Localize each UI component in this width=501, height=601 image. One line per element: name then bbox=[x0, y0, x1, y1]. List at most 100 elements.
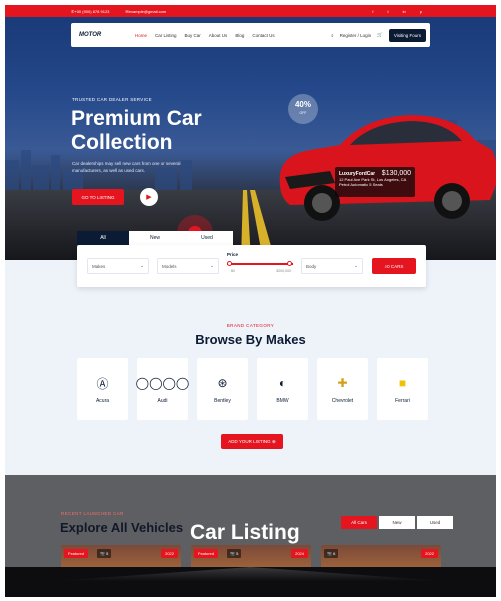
add-listing-label: ADD YOUR LISTING bbox=[228, 439, 271, 444]
email-info[interactable]: ✉ example@gmail.com bbox=[125, 9, 174, 14]
make-card-chevrolet[interactable]: ✚ Chevrolet bbox=[317, 358, 368, 420]
discount-value: 40% bbox=[294, 100, 311, 109]
hero-title: Premium Car Collection bbox=[71, 107, 202, 154]
photo-count-value: 6 bbox=[333, 551, 336, 556]
nav-item-about[interactable]: About Us bbox=[209, 33, 228, 38]
chevron-down-icon: ⌄ bbox=[140, 263, 144, 268]
models-placeholder: Models bbox=[162, 263, 177, 269]
makes-grid: Ⓐ Acura ◯◯◯◯ Audi ⊛ Bentley ◐ BMW ✚ Chevrolet… bbox=[77, 358, 428, 420]
body-select[interactable]: Body ⌄ bbox=[301, 258, 363, 274]
year-badge: 2022 bbox=[161, 549, 178, 558]
phone-text: +00 (900) 678 9123 bbox=[74, 8, 110, 14]
tab-used[interactable]: Used bbox=[181, 231, 233, 245]
chevrolet-logo-icon: ✚ bbox=[337, 376, 348, 390]
search-icon[interactable]: ⌕ bbox=[331, 33, 334, 38]
make-card-bmw[interactable]: ◐ BMW bbox=[257, 358, 308, 420]
price-label: Price bbox=[227, 252, 239, 257]
make-label: BMW bbox=[276, 398, 289, 404]
makes-select[interactable]: Makes ⌄ bbox=[87, 258, 149, 274]
makes-placeholder: Makes bbox=[92, 263, 106, 269]
search-cars-button[interactable]: ⌕ 0 CARS bbox=[372, 258, 416, 274]
price-max-handle[interactable] bbox=[287, 261, 292, 266]
tab-all-cars[interactable]: All Cars bbox=[341, 516, 377, 529]
chevron-down-icon: ⌄ bbox=[354, 263, 358, 268]
tab-all[interactable]: All bbox=[77, 231, 129, 245]
nav-item-blog[interactable]: Blog bbox=[235, 33, 244, 38]
make-label: Ferrari bbox=[395, 398, 410, 404]
tab-used-cars[interactable]: Used bbox=[417, 516, 453, 529]
body-placeholder: Body bbox=[306, 263, 317, 269]
photo-count-value: 5 bbox=[106, 551, 109, 556]
makes-title: Browse By Makes bbox=[195, 332, 306, 347]
car-meta: Petrol Automatic 5 Seats bbox=[339, 182, 383, 187]
photo-count-value: 5 bbox=[236, 551, 239, 556]
price-max: $200,000 bbox=[276, 269, 291, 273]
ferrari-logo-icon: ■ bbox=[398, 376, 407, 390]
discount-badge: 40% OFF bbox=[288, 94, 318, 124]
tab-new-cars[interactable]: New bbox=[379, 516, 415, 529]
year-badge: 2024 bbox=[291, 549, 308, 558]
make-card-ferrari[interactable]: ■ Ferrari bbox=[377, 358, 428, 420]
main-navbar: MOTOR Home Car Listing Buy Car About Us … bbox=[71, 23, 430, 47]
listing-tabs: All Cars New Used bbox=[341, 516, 453, 529]
facebook-icon[interactable]: f bbox=[372, 9, 373, 14]
car-price: $130,000 bbox=[381, 170, 411, 177]
search-button-label: 0 CARS bbox=[387, 263, 404, 269]
instagram-icon[interactable]: in bbox=[403, 9, 406, 14]
make-label: Chevrolet bbox=[331, 398, 354, 404]
photo-count: 📷 5 bbox=[227, 549, 242, 558]
login-link[interactable]: Register / Login bbox=[340, 33, 372, 38]
bentley-logo-icon: ⊛ bbox=[217, 376, 228, 390]
make-card-bentley[interactable]: ⊛ Bentley bbox=[197, 358, 248, 420]
make-label: Bentley bbox=[214, 398, 231, 404]
acura-logo-icon: Ⓐ bbox=[96, 376, 109, 391]
tab-new[interactable]: New bbox=[129, 231, 181, 245]
year-badge: 2022 bbox=[421, 549, 438, 558]
site-logo[interactable]: MOTOR bbox=[79, 32, 119, 38]
cart-icon[interactable]: 🛒 bbox=[377, 32, 383, 38]
make-label: Acura bbox=[95, 398, 110, 404]
make-card-audi[interactable]: ◯◯◯◯ Audi bbox=[135, 358, 190, 420]
play-button[interactable]: ▶ bbox=[140, 188, 158, 206]
nav-item-car-listing[interactable]: Car Listing bbox=[155, 33, 177, 38]
make-label: Audi bbox=[157, 398, 168, 404]
price-min: $0 bbox=[231, 269, 235, 273]
make-card-acura[interactable]: Ⓐ Acura bbox=[77, 358, 128, 420]
bmw-logo-icon: ◐ bbox=[278, 376, 287, 390]
nav-item-contact[interactable]: Contact Us bbox=[252, 33, 274, 38]
hero-section: TRUSTED CAR DEALER SERVICE Premium Car C… bbox=[5, 17, 496, 260]
filter-tabs: All New Used bbox=[77, 231, 233, 245]
nav-menu: Home Car Listing Buy Car About Us Blog C… bbox=[135, 33, 275, 38]
play-icon: ▶ bbox=[146, 194, 152, 201]
featured-badge: Featured bbox=[194, 549, 219, 558]
models-select[interactable]: Models ⌄ bbox=[157, 258, 219, 274]
chevron-down-icon: ⌄ bbox=[210, 263, 214, 268]
price-min-handle[interactable] bbox=[227, 261, 232, 266]
featured-badge: Featured bbox=[64, 549, 89, 558]
hero-description: Car dealerships may sell new cars from o… bbox=[72, 161, 181, 173]
makes-subtitle: BRAND CATEGORY bbox=[226, 323, 275, 328]
hero-tagline: TRUSTED CAR DEALER SERVICE bbox=[72, 97, 152, 102]
audi-logo-icon: ◯◯◯◯ bbox=[135, 376, 190, 390]
discount-label: OFF bbox=[299, 111, 307, 115]
visiting-hours-button[interactable]: Visiting Fours bbox=[388, 28, 426, 42]
plus-icon: ⊕ bbox=[271, 438, 276, 444]
listing-title: Explore All Vehicles bbox=[60, 520, 184, 535]
search-filter-box: Makes ⌄ Models ⌄ Price $0 $200,000 Body ⌄ ⌕… bbox=[77, 245, 426, 287]
pinterest-icon[interactable]: p bbox=[420, 9, 422, 14]
go-to-listing-button[interactable]: GO TO LISTING bbox=[72, 189, 124, 205]
nav-item-buy-car[interactable]: Buy Car bbox=[185, 33, 201, 38]
photo-count: 📷 5 bbox=[97, 549, 112, 558]
email-text: example@gmail.com bbox=[128, 8, 167, 14]
twitter-icon[interactable]: t bbox=[388, 9, 389, 14]
listing-subtitle: RECENT LAUNCHED CAR bbox=[61, 511, 124, 516]
car-listing-overlay-title: Car Listing bbox=[190, 521, 300, 544]
nav-item-home[interactable]: Home bbox=[135, 33, 147, 38]
page: ✆ +00 (900) 678 9123 ✉ example@gmail.com… bbox=[5, 5, 496, 597]
nav-actions: ⌕ Register / Login 🛒 Visiting Fours bbox=[331, 28, 426, 42]
phone-info[interactable]: ✆ +00 (900) 678 9123 bbox=[71, 9, 117, 14]
add-listing-button[interactable]: ADD YOUR LISTING ⊕ bbox=[221, 434, 283, 449]
price-slider-track[interactable] bbox=[227, 263, 293, 265]
price-range[interactable]: Price $0 $200,000 bbox=[227, 252, 293, 280]
car-price-card[interactable]: LuxuryFordCar 12 Paul Ave Park St, Los A… bbox=[335, 167, 415, 197]
